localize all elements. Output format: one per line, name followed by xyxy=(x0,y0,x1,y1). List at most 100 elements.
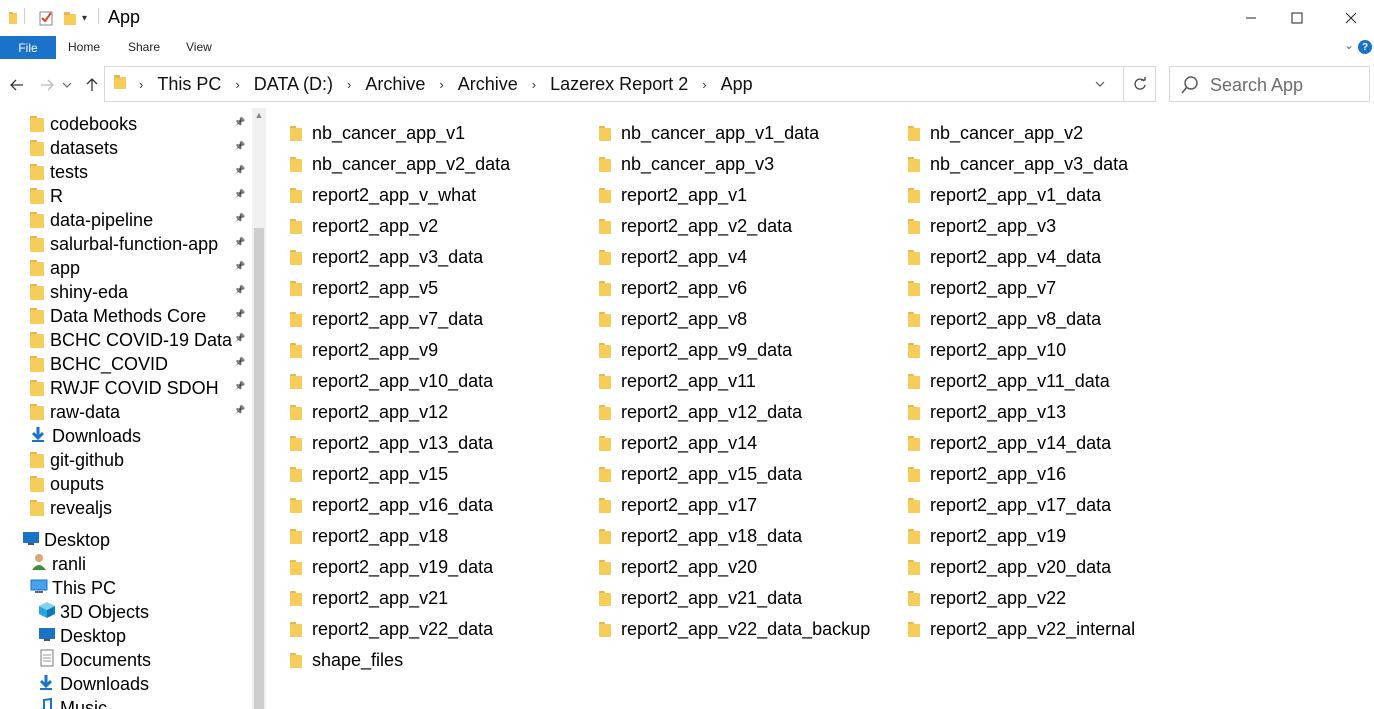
expand-ribbon-icon[interactable]: ⌄ xyxy=(1344,38,1354,52)
nav-item[interactable]: 3D Objects xyxy=(38,600,149,624)
nav-item[interactable]: shiny-eda xyxy=(30,280,128,304)
folder-item[interactable]: report2_app_v21_data xyxy=(599,586,802,610)
minimize-button[interactable] xyxy=(1228,0,1274,36)
nav-item[interactable]: Music xyxy=(38,696,107,709)
back-button[interactable] xyxy=(6,74,28,96)
folder-item[interactable]: report2_app_v3_data xyxy=(290,245,483,269)
nav-item[interactable]: revealjs xyxy=(30,496,112,520)
folder-item[interactable]: nb_cancer_app_v1_data xyxy=(599,121,819,145)
new-folder-icon[interactable] xyxy=(62,8,78,28)
tab-home[interactable]: Home xyxy=(68,40,100,54)
chevron-right-icon[interactable]: › xyxy=(439,77,443,92)
up-button[interactable] xyxy=(81,74,103,96)
nav-item[interactable]: R xyxy=(30,184,63,208)
folder-item[interactable]: report2_app_v1 xyxy=(599,183,747,207)
pin-icon[interactable]: 📌 xyxy=(234,237,245,248)
pin-icon[interactable]: 📌 xyxy=(234,213,245,224)
nav-item[interactable]: BCHC COVID-19 Data xyxy=(30,328,232,352)
pin-icon[interactable]: 📌 xyxy=(234,165,245,176)
folder-item[interactable]: report2_app_v14 xyxy=(599,431,757,455)
crumb-data-d[interactable]: DATA (D:) xyxy=(254,74,333,95)
folder-item[interactable]: nb_cancer_app_v3_data xyxy=(908,152,1128,176)
nav-item[interactable]: Documents xyxy=(38,648,151,672)
folder-item[interactable]: report2_app_v10 xyxy=(908,338,1066,362)
crumb-lazerex-report-2[interactable]: Lazerex Report 2 xyxy=(550,74,688,95)
nav-item[interactable]: BCHC_COVID xyxy=(30,352,168,376)
folder-item[interactable]: report2_app_v22_data xyxy=(290,617,493,641)
folder-item[interactable]: report2_app_v9_data xyxy=(599,338,792,362)
folder-item[interactable]: report2_app_v11_data xyxy=(908,369,1110,393)
pin-icon[interactable]: 📌 xyxy=(234,117,245,128)
nav-item[interactable]: ouputs xyxy=(30,472,104,496)
refresh-icon[interactable] xyxy=(1123,67,1156,101)
pin-icon[interactable]: 📌 xyxy=(234,309,245,320)
tab-view[interactable]: View xyxy=(186,40,212,54)
folder-item[interactable]: report2_app_v9 xyxy=(290,338,438,362)
folder-item[interactable]: report2_app_v13_data xyxy=(290,431,493,455)
nav-item[interactable]: raw-data xyxy=(30,400,120,424)
folder-item[interactable]: report2_app_v1_data xyxy=(908,183,1101,207)
crumb-archive-2[interactable]: Archive xyxy=(458,74,518,95)
chevron-right-icon[interactable]: › xyxy=(347,77,351,92)
pin-icon[interactable]: 📌 xyxy=(234,405,245,416)
pin-icon[interactable]: 📌 xyxy=(234,189,245,200)
pin-icon[interactable]: 📌 xyxy=(234,285,245,296)
folder-item[interactable]: nb_cancer_app_v2_data xyxy=(290,152,510,176)
folder-item[interactable]: report2_app_v3 xyxy=(908,214,1056,238)
folder-item[interactable]: report2_app_v22 xyxy=(908,586,1066,610)
folder-item[interactable]: report2_app_v17 xyxy=(599,493,757,517)
nav-item[interactable]: Downloads xyxy=(38,672,149,696)
crumb-archive[interactable]: Archive xyxy=(365,74,425,95)
folder-item[interactable]: report2_app_v21 xyxy=(290,586,448,610)
folder-item[interactable]: report2_app_v20_data xyxy=(908,555,1111,579)
folder-item[interactable]: report2_app_v13 xyxy=(908,400,1066,424)
nav-item[interactable]: ranli xyxy=(30,552,86,576)
nav-item[interactable]: Downloads xyxy=(30,424,141,448)
folder-item[interactable]: report2_app_v8 xyxy=(599,307,747,331)
address-dropdown-icon[interactable] xyxy=(1085,67,1115,101)
pin-icon[interactable]: 📌 xyxy=(234,333,245,344)
nav-item[interactable]: datasets xyxy=(30,136,118,160)
folder-item[interactable]: report2_app_v17_data xyxy=(908,493,1111,517)
nav-item[interactable]: app xyxy=(30,256,80,280)
forward-button[interactable] xyxy=(36,74,58,96)
folder-item[interactable]: report2_app_v14_data xyxy=(908,431,1111,455)
chevron-right-icon[interactable]: › xyxy=(702,77,706,92)
pin-icon[interactable]: 📌 xyxy=(234,261,245,272)
pin-icon[interactable]: 📌 xyxy=(234,357,245,368)
folder-item[interactable]: report2_app_v19 xyxy=(908,524,1066,548)
scroll-up-icon[interactable]: ▲ xyxy=(252,110,266,124)
tab-share[interactable]: Share xyxy=(128,40,160,54)
folder-item[interactable]: report2_app_v7_data xyxy=(290,307,483,331)
folder-item[interactable]: report2_app_v_what xyxy=(290,183,476,207)
folder-item[interactable]: report2_app_v15_data xyxy=(599,462,802,486)
nav-item[interactable]: git-github xyxy=(30,448,124,472)
folder-item[interactable]: report2_app_v7 xyxy=(908,276,1056,300)
nav-item[interactable]: This PC xyxy=(30,576,116,600)
folder-item[interactable]: report2_app_v4 xyxy=(599,245,747,269)
nav-scrollbar[interactable]: ▲ xyxy=(252,108,266,709)
folder-item[interactable]: report2_app_v22_data_backup xyxy=(599,617,870,641)
pin-icon[interactable]: 📌 xyxy=(234,381,245,392)
folder-item[interactable]: report2_app_v15 xyxy=(290,462,448,486)
nav-item[interactable]: tests xyxy=(30,160,88,184)
recent-locations-icon[interactable] xyxy=(60,74,74,96)
properties-icon[interactable] xyxy=(38,8,54,28)
nav-item[interactable]: codebooks xyxy=(30,112,137,136)
folder-item[interactable]: nb_cancer_app_v3 xyxy=(599,152,774,176)
folder-item[interactable]: report2_app_v8_data xyxy=(908,307,1101,331)
customize-toolbar-icon[interactable]: ▾ xyxy=(82,8,87,28)
scrollbar-thumb[interactable] xyxy=(254,228,264,709)
folder-item[interactable]: report2_app_v12 xyxy=(290,400,448,424)
search-input[interactable]: Search App xyxy=(1169,66,1370,102)
folder-item[interactable]: report2_app_v5 xyxy=(290,276,438,300)
nav-item[interactable]: Desktop xyxy=(22,528,110,552)
help-icon[interactable]: ? xyxy=(1358,40,1372,54)
folder-item[interactable]: report2_app_v11 xyxy=(599,369,756,393)
maximize-button[interactable] xyxy=(1274,0,1320,36)
chevron-right-icon[interactable]: › xyxy=(532,77,536,92)
folder-item[interactable]: shape_files xyxy=(290,648,403,672)
folder-item[interactable]: report2_app_v19_data xyxy=(290,555,493,579)
folder-item[interactable]: report2_app_v16 xyxy=(908,462,1066,486)
pin-icon[interactable]: 📌 xyxy=(234,141,245,152)
